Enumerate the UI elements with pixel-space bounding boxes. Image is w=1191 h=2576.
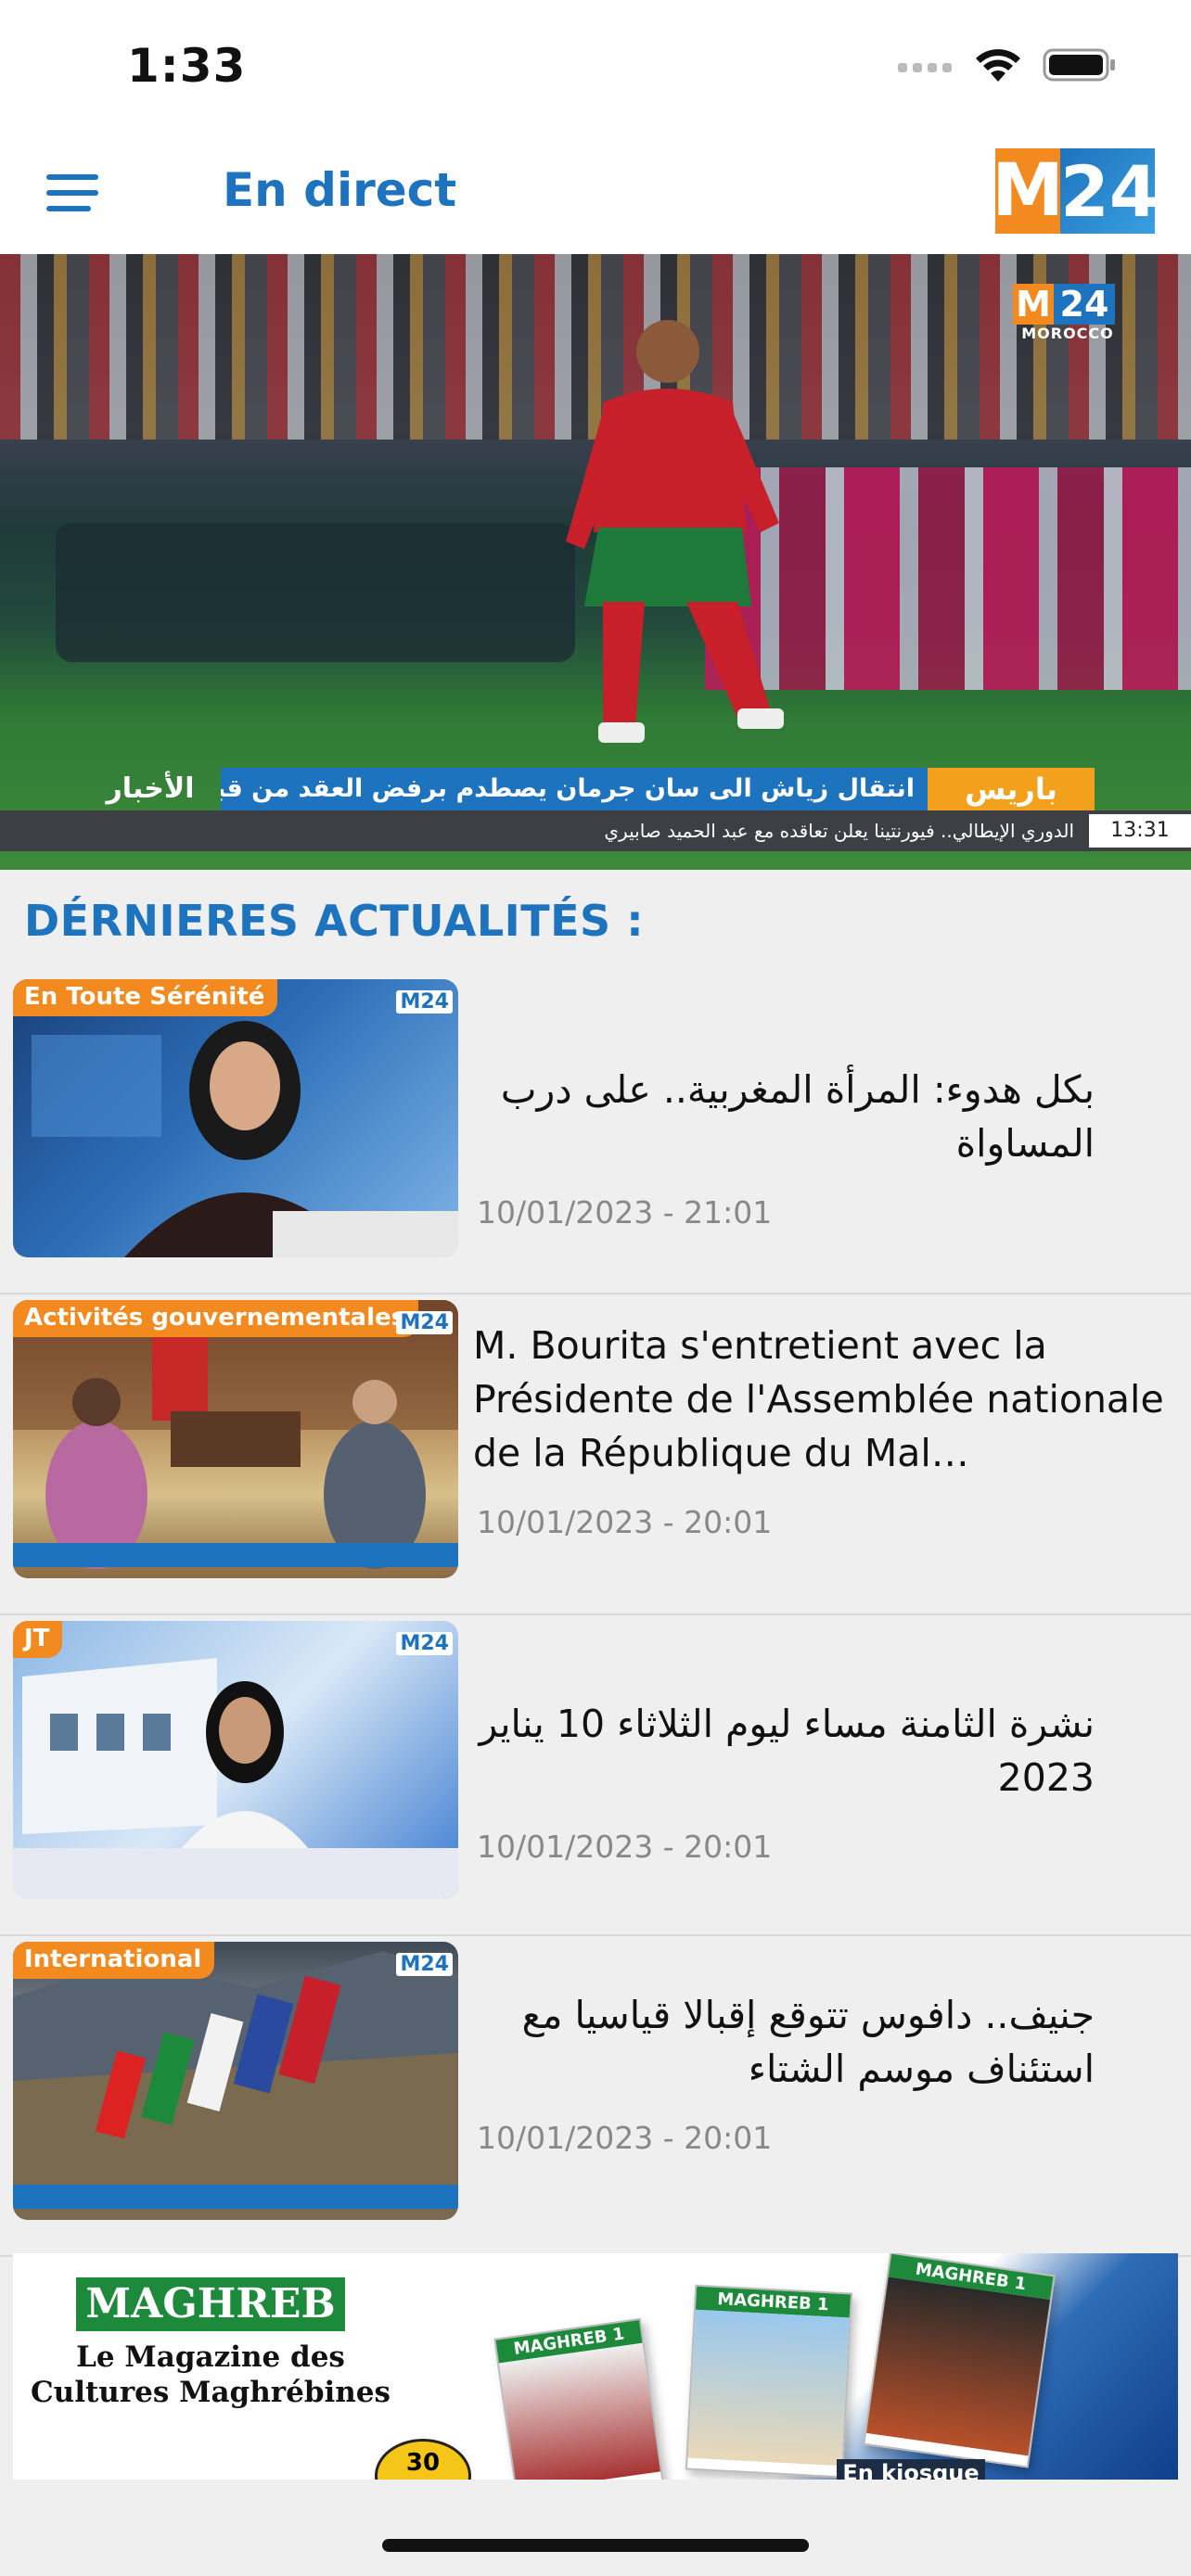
magazine-cover: MAGHREB 1 [863,2253,1056,2468]
news-list: En Toute Sérénité M24 بكل هدوء: المرأة ا… [0,974,1191,2257]
ticker-subline: الدوري الإيطالي.. فيورنتينا يعلن تعاقده … [604,820,1074,842]
ticker-brand: الأخبار [106,772,195,805]
news-date: 10/01/2023 - 21:01 [477,1194,773,1231]
news-item[interactable]: En Toute Sérénité M24 بكل هدوء: المرأة ا… [0,974,1191,1294]
menu-button[interactable] [46,174,98,211]
live-video-player[interactable]: M 24 MOROCCO الأخبار انتقال زياش الى سان … [0,254,1191,870]
ad-tagline-2: Cultures Maghrébines [31,2376,391,2409]
ad-kiosque-label: En kiosque [837,2459,985,2480]
thumb-logo: M24 [396,1311,453,1334]
news-text: نشرة الثامنة مساء ليوم الثلاثاء 10 يناير… [473,1697,1169,1865]
news-title: نشرة الثامنة مساء ليوم الثلاثاء 10 يناير… [479,1702,1095,1800]
category-tag: JT [13,1621,63,1658]
signal-icon [898,63,952,72]
category-tag: Activités gouvernementales [13,1300,419,1337]
news-item[interactable]: JT M24 نشرة الثامنة مساء ليوم الثلاثاء 1… [0,1615,1191,1936]
status-time: 1:33 [127,39,247,93]
hero-logo-24: 24 [1054,284,1115,325]
news-title: بكل هدوء: المرأة المغربية.. على درب المس… [500,1067,1095,1166]
ad-price-badge: 30 [375,2439,471,2480]
ticker-time: 13:31 [1089,814,1191,848]
news-text: M. Bourita s'entretient avec la Présiden… [473,1319,1169,1540]
news-thumbnail: En Toute Sérénité M24 [13,979,458,1257]
category-tag: En Toute Sérénité [13,979,278,1016]
presenter-image [32,1021,458,1257]
ad-magazine-area: MAGHREB 1 MAGHREB 1 MAGHREB 1 [493,2253,1178,2480]
hero-channel-logo: M 24 MOROCCO [1013,284,1122,342]
studio-image [13,1658,458,1899]
thumb-logo: M24 [396,1953,453,1976]
ticker-headline: انتقال زياش الى سان جرمان يصطدم برفض الع… [221,768,929,810]
ticker-city: باريس [928,768,1095,810]
section-title: DÉRNIERES ACTUALITÉS : [24,896,645,946]
menu-icon-line [46,190,98,196]
flags-image [13,1951,458,2220]
thumb-logo: M24 [396,990,453,1014]
hero-logo-m: M [1013,284,1054,325]
news-date: 10/01/2023 - 20:01 [477,2120,773,2156]
news-title: جنيف.. دافوس تتوقع إقبالا قياسيا مع استئ… [521,1993,1095,2091]
magazine-cover: MAGHREB 1 [493,2317,664,2480]
news-item[interactable]: International M24 جنيف.. دافوس تتوقع إقب… [0,1936,1191,2257]
player-figure [566,320,784,743]
menu-icon [46,174,98,180]
status-icons [898,46,1117,83]
ad-brand: MAGHREB 1 [76,2277,345,2381]
news-thumbnail: Activités gouvernementales M24 [13,1300,458,1578]
nav-bar: En direct M 24 [0,130,1191,254]
news-text: جنيف.. دافوس تتوقع إقبالا قياسيا مع استئ… [473,1988,1169,2156]
news-date: 10/01/2023 - 20:01 [477,1829,773,1865]
thumb-logo: M24 [396,1632,453,1655]
news-ticker-sub: الدوري الإيطالي.. فيورنتينا يعلن تعاقده … [0,810,1191,851]
wifi-icon [976,49,1020,82]
news-thumbnail: International M24 [13,1942,458,2220]
home-indicator[interactable] [382,2539,809,2552]
ad-banner[interactable]: MAGHREB 1 Le Magazine des Cultures Maghr… [13,2253,1178,2480]
bench-area [56,523,575,662]
news-title: M. Bourita s'entretient avec la Présiden… [473,1323,1164,1475]
ad-tagline-1: Le Magazine des [76,2340,345,2374]
logo-m: M [995,148,1064,234]
news-item[interactable]: Activités gouvernementales M24 M. Bourit… [0,1294,1191,1615]
category-tag: International [13,1942,215,1979]
battery-icon [1043,48,1115,82]
news-ticker-main: الأخبار انتقال زياش الى سان جرمان يصطدم … [0,768,1191,810]
magazine-cover: MAGHREB 1 [685,2284,853,2479]
status-bar: 1:33 [0,0,1191,130]
news-date: 10/01/2023 - 20:01 [477,1504,773,1540]
page-title: En direct [223,163,457,217]
hero-logo-sub: MOROCCO [1021,325,1114,342]
menu-icon-line [46,206,91,211]
logo-24: 24 [1060,148,1155,234]
news-text: بكل هدوء: المرأة المغربية.. على درب المس… [473,1063,1169,1231]
meeting-image [13,1300,458,1569]
m24-logo[interactable]: M 24 [995,148,1155,234]
news-thumbnail: JT M24 [13,1621,458,1899]
